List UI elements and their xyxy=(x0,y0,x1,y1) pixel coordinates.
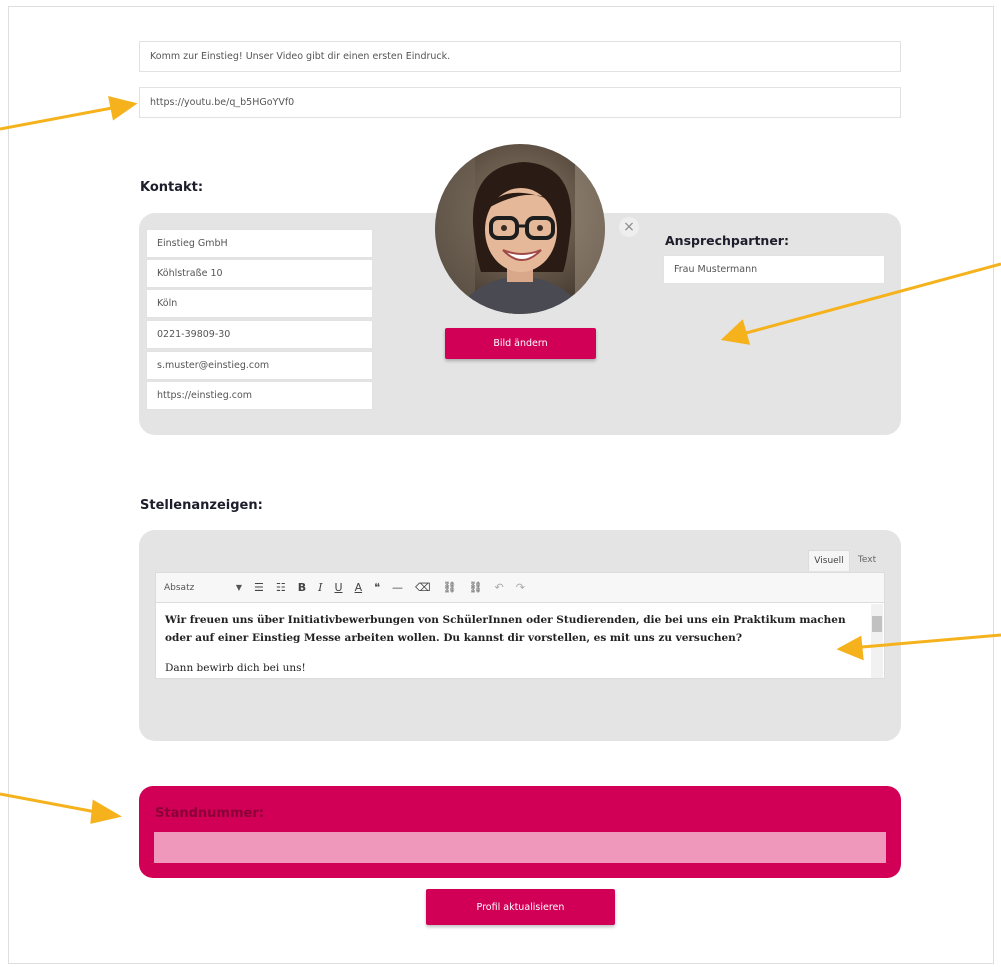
redo-icon[interactable]: ↷ xyxy=(516,581,525,594)
contact-website-field[interactable]: https://einstieg.com xyxy=(146,381,373,410)
numbered-list-icon[interactable]: ☷ xyxy=(276,581,286,594)
partner-heading: Ansprechpartner: xyxy=(665,233,789,248)
editor-toolbar: Absatz ▼ ☰ ☷ B I U A ❝ — ⌫ ⛓ ⛓ ↶ ↷ xyxy=(155,572,885,603)
jobs-heading: Stellenanzeigen: xyxy=(140,498,263,513)
remove-image-icon[interactable]: × xyxy=(619,217,639,237)
quote-icon[interactable]: ❝ xyxy=(374,581,380,594)
contact-heading: Kontakt: xyxy=(140,180,204,195)
horizontal-line-icon[interactable]: — xyxy=(392,581,403,594)
job-paragraph-1: Wir freuen uns über Initiativbewerbungen… xyxy=(165,614,846,644)
partner-field[interactable]: Frau Mustermann xyxy=(663,255,885,284)
contact-city-field[interactable]: Köln xyxy=(146,289,373,318)
avatar xyxy=(435,144,605,314)
tab-text[interactable]: Text xyxy=(852,550,882,570)
format-select-value: Absatz xyxy=(164,582,195,593)
bullet-list-icon[interactable]: ☰ xyxy=(254,581,264,594)
unlink-icon[interactable]: ⛓ xyxy=(469,581,483,594)
booth-heading: Standnummer: xyxy=(155,806,264,821)
scrollbar-thumb[interactable] xyxy=(872,616,882,632)
bold-icon[interactable]: B xyxy=(298,581,306,594)
booth-number-input[interactable] xyxy=(154,832,886,863)
contact-company-field[interactable]: Einstieg GmbH xyxy=(146,229,373,258)
eraser-icon[interactable]: ⌫ xyxy=(415,581,431,594)
video-description-field[interactable]: Komm zur Einstieg! Unser Video gibt dir … xyxy=(139,41,901,72)
contact-street-field[interactable]: Köhlstraße 10 xyxy=(146,259,373,288)
underline-icon[interactable]: U xyxy=(335,581,343,594)
undo-icon[interactable]: ↶ xyxy=(495,581,504,594)
link-icon[interactable]: ⛓ xyxy=(443,581,457,594)
job-description-editor[interactable]: Wir freuen uns über Initiativbewerbungen… xyxy=(155,603,885,679)
update-profile-button[interactable]: Profil aktualisieren xyxy=(426,889,615,925)
italic-icon[interactable]: I xyxy=(318,581,322,594)
contact-email-field[interactable]: s.muster@einstieg.com xyxy=(146,351,373,380)
tab-visual[interactable]: Visuell xyxy=(808,550,850,571)
change-image-button[interactable]: Bild ändern xyxy=(445,328,596,359)
text-color-icon[interactable]: A xyxy=(355,581,363,594)
format-select[interactable]: Absatz ▼ xyxy=(164,579,242,597)
job-paragraph-2: Dann bewirb dich bei uns! xyxy=(165,662,306,674)
chevron-down-icon: ▼ xyxy=(235,583,242,592)
contact-phone-field[interactable]: 0221-39809-30 xyxy=(146,320,373,349)
video-url-field[interactable]: https://youtu.be/q_b5HGoYVf0 xyxy=(139,87,901,118)
editor-scrollbar[interactable] xyxy=(871,604,883,678)
